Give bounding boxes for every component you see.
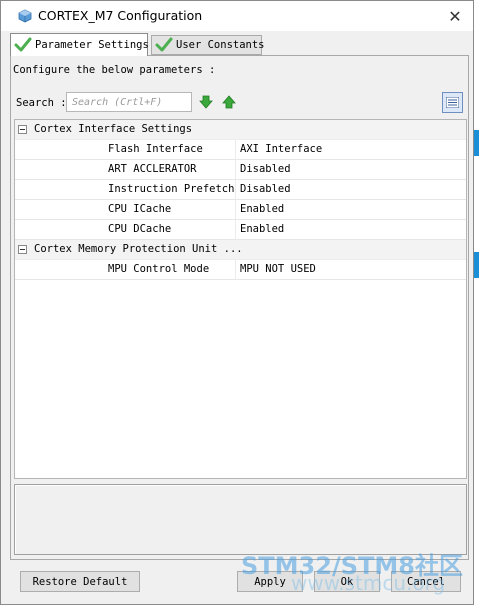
parameter-name: Flash Interface xyxy=(108,143,203,155)
arrow-down-icon[interactable] xyxy=(199,95,213,109)
configure-label: Configure the below parameters : xyxy=(13,64,216,76)
parameter-name: ART ACCLERATOR xyxy=(108,163,197,175)
parameter-row[interactable]: ART ACCLERATOR Disabled xyxy=(15,160,466,180)
close-button[interactable]: ✕ xyxy=(437,1,473,31)
group-label: Cortex Interface Settings xyxy=(34,123,193,135)
collapse-icon[interactable] xyxy=(18,125,27,134)
column-divider xyxy=(235,180,236,200)
parameter-value[interactable]: Disabled xyxy=(240,183,291,195)
window-title: CORTEX_M7 Configuration xyxy=(38,8,203,23)
parameter-settings-panel: Configure the below parameters : Search … xyxy=(10,55,469,560)
search-label: Search : xyxy=(16,97,67,109)
column-divider xyxy=(235,160,236,180)
parameter-row[interactable]: MPU Control Mode MPU NOT USED xyxy=(15,260,466,280)
column-divider xyxy=(235,200,236,220)
parameter-value[interactable]: Enabled xyxy=(240,203,284,215)
parameter-row[interactable]: Flash Interface AXI Interface xyxy=(15,140,466,160)
title-bar[interactable]: CORTEX_M7 Configuration ✕ xyxy=(1,1,473,31)
close-icon: ✕ xyxy=(448,6,462,26)
arrow-up-icon[interactable] xyxy=(222,95,236,109)
check-icon xyxy=(155,37,173,52)
tab-label: User Constants xyxy=(176,39,265,51)
column-divider xyxy=(235,260,236,280)
watermark-url: www.stmcu.org xyxy=(291,571,446,595)
parameter-tree: Cortex Interface Settings Flash Interfac… xyxy=(14,119,467,479)
configuration-dialog: CORTEX_M7 Configuration ✕ Parameter Sett… xyxy=(0,0,474,605)
group-label: Cortex Memory Protection Unit ... xyxy=(34,243,243,255)
tab-parameter-settings[interactable]: Parameter Settings xyxy=(10,33,149,56)
collapse-icon[interactable] xyxy=(18,245,27,254)
check-icon xyxy=(14,37,32,52)
parameter-name: CPU DCache xyxy=(108,223,172,235)
cube-icon xyxy=(18,9,32,23)
column-divider xyxy=(235,220,236,240)
parameter-value[interactable]: MPU NOT USED xyxy=(240,263,316,275)
tab-label: Parameter Settings xyxy=(35,39,149,51)
tab-user-constants[interactable]: User Constants xyxy=(151,35,265,55)
parameter-name: CPU ICache xyxy=(108,203,172,215)
search-input[interactable] xyxy=(66,92,192,112)
description-box xyxy=(14,484,467,555)
list-view-button[interactable] xyxy=(442,92,463,113)
parameter-row[interactable]: CPU DCache Enabled xyxy=(15,220,466,240)
list-icon xyxy=(446,97,459,108)
parameter-row[interactable]: Instruction Prefetch Disabled xyxy=(15,180,466,200)
parameter-value[interactable]: Enabled xyxy=(240,223,284,235)
parameter-name: Instruction Prefetch xyxy=(108,183,235,195)
column-divider xyxy=(235,140,236,160)
parameter-value[interactable]: Disabled xyxy=(240,163,291,175)
parameter-name: MPU Control Mode xyxy=(108,263,210,275)
parameter-value[interactable]: AXI Interface xyxy=(240,143,322,155)
tree-group-row[interactable]: Cortex Interface Settings xyxy=(15,120,466,140)
parameter-row[interactable]: CPU ICache Enabled xyxy=(15,200,466,220)
tree-group-row[interactable]: Cortex Memory Protection Unit ... xyxy=(15,240,466,260)
restore-default-button[interactable]: Restore Default xyxy=(20,571,140,592)
